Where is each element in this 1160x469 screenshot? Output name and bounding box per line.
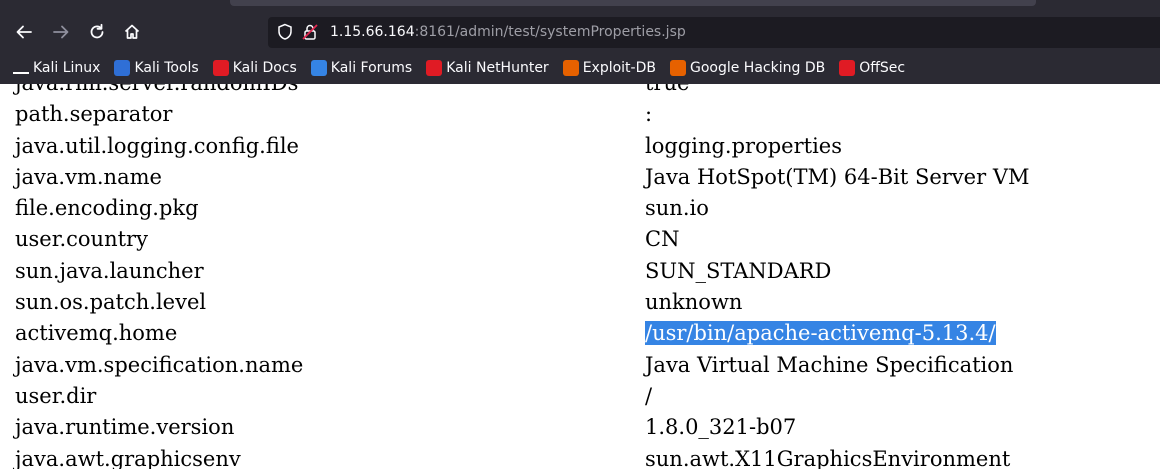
property-key: path.separator (15, 102, 173, 127)
property-value-text: logging.properties (645, 133, 842, 158)
table-row: java.util.logging.config.file logging.pro… (0, 131, 1160, 162)
property-key: java.vm.name (15, 164, 162, 189)
reload-icon (90, 23, 104, 39)
property-value-text: : (645, 102, 653, 127)
bookmark-kali-forums[interactable]: Kali Forums (310, 57, 413, 79)
property-value: 1.8.0_321-b07 (645, 412, 1160, 443)
property-value-text: Java Virtual Machine Specification (645, 352, 1014, 377)
kali-docs-icon (212, 60, 229, 76)
bookmark-exploit-db[interactable]: Exploit-DB (562, 57, 656, 79)
address-bar[interactable]: 1.15.66.164:8161/admin/test/systemProper… (268, 17, 1160, 48)
table-row: sun.java.launcher SUN_STANDARD (0, 256, 1160, 287)
offsec-icon (839, 60, 856, 76)
property-value-text: true (645, 84, 689, 95)
bookmark-label: Kali Linux (33, 60, 101, 76)
bookmark-label: Kali NetHunter (446, 60, 549, 76)
bookmark-kali-docs[interactable]: Kali Docs (212, 57, 297, 79)
kali-tools-icon (114, 60, 131, 76)
selected-text: /usr/bin/apache-activemq-5.13.4/ (645, 321, 996, 346)
table-row: java.runtime.version 1.8.0_321-b07 (0, 412, 1160, 443)
property-value: / (645, 381, 1160, 412)
arrow-right-icon (53, 25, 69, 39)
table-row: user.country CN (0, 224, 1160, 255)
active-tab[interactable] (230, 0, 1036, 6)
url-path: :8161/admin/test/systemProperties.jsp (414, 24, 686, 40)
property-value-text: SUN_STANDARD (645, 258, 832, 283)
arrow-left-icon (16, 25, 32, 39)
property-value-text: CN (645, 227, 680, 252)
property-value: true (645, 84, 1160, 99)
property-value: unknown (645, 287, 1160, 318)
nethunter-icon (426, 60, 443, 76)
property-key: java.awt.graphicsenv (15, 446, 241, 469)
property-value-text: Java HotSpot(TM) 64-Bit Server VM (645, 164, 1030, 189)
property-value: CN (645, 224, 1160, 255)
property-value: SUN_STANDARD (645, 256, 1160, 287)
insecure-lock-icon[interactable] (301, 23, 319, 41)
shield-icon[interactable] (276, 23, 294, 41)
bookmark-kali-linux[interactable]: Kali Linux (13, 57, 100, 79)
property-value-text: 1.8.0_321-b07 (645, 415, 797, 440)
table-row: java.vm.specification.name Java Virtual M… (0, 350, 1160, 381)
bookmark-kali-nethunter[interactable]: Kali NetHunter (426, 57, 549, 79)
property-value-text: sun.io (645, 196, 709, 221)
property-key: java.vm.specification.name (15, 352, 304, 377)
property-key: java.util.logging.config.file (15, 133, 299, 158)
property-value-text: unknown (645, 290, 743, 315)
property-key: java.runtime.version (15, 415, 235, 440)
browser-chrome: 1.15.66.164:8161/admin/test/systemProper… (0, 0, 1160, 84)
kali-dragon-icon (13, 62, 29, 74)
property-value: sun.awt.X11GraphicsEnvironment (645, 444, 1160, 469)
property-key: user.dir (15, 383, 97, 408)
bookmark-kali-tools[interactable]: Kali Tools (114, 57, 199, 79)
property-key: java.rmi.server.randomIDs (0, 84, 645, 99)
property-value-text: sun.awt.X11GraphicsEnvironment (645, 446, 1011, 469)
table-row: file.encoding.pkg sun.io (0, 193, 1160, 224)
kali-forums-icon (310, 60, 327, 76)
property-value: : (645, 99, 1160, 130)
table-row: java.awt.graphicsenv sun.awt.X11GraphicsE… (0, 444, 1160, 469)
bookmark-offsec[interactable]: OffSec (839, 57, 905, 79)
bookmark-label: Google Hacking DB (689, 60, 826, 76)
property-key: sun.java.launcher (15, 258, 204, 283)
property-key: user.country (15, 227, 148, 252)
property-key: sun.os.patch.level (15, 290, 207, 315)
table-row: user.dir / (0, 381, 1160, 412)
property-value: Java HotSpot(TM) 64-Bit Server VM (645, 162, 1160, 193)
back-button[interactable] (10, 18, 38, 46)
property-value: /usr/bin/apache-activemq-5.13.4/ (645, 318, 1160, 349)
bookmark-label: OffSec (859, 60, 906, 76)
bookmarks-toolbar: Kali Linux Kali Tools Kali Docs Kali Forums… (0, 56, 1160, 80)
property-key: activemq.home (15, 321, 178, 346)
home-icon (124, 24, 140, 39)
table-row: activemq.home/usr/bin/apache-activemq-5.… (0, 318, 1160, 349)
url-text[interactable]: 1.15.66.164:8161/admin/test/systemProper… (330, 24, 686, 40)
property-value: sun.io (645, 193, 1160, 224)
exploit-db-icon (562, 60, 579, 76)
bookmark-label: Kali Forums (330, 60, 413, 76)
navigation-toolbar: 1.15.66.164:8161/admin/test/systemProper… (0, 10, 1160, 54)
property-value-text: / (645, 383, 653, 408)
bookmark-label: Kali Tools (134, 60, 199, 76)
bookmark-label: Exploit-DB (582, 60, 656, 76)
table-row: path.separator: (0, 99, 1160, 130)
bookmark-google-hacking-db[interactable]: Google Hacking DB (669, 57, 826, 79)
url-host: 1.15.66.164 (330, 24, 415, 40)
reload-button[interactable] (83, 18, 111, 46)
forward-button[interactable] (47, 18, 75, 46)
home-button[interactable] (118, 18, 146, 46)
page-content: java.rmi.server.randomIDstruepath.separa… (0, 84, 1160, 469)
property-key: file.encoding.pkg (15, 196, 199, 221)
system-properties-table: java.rmi.server.randomIDstruepath.separa… (0, 84, 1160, 469)
property-value: Java Virtual Machine Specification (645, 350, 1160, 381)
table-row: java.rmi.server.randomIDstrue (0, 84, 1160, 99)
table-row: java.vm.name Java HotSpot(TM) 64-Bit Serv… (0, 162, 1160, 193)
table-row: sun.os.patch.level unknown (0, 287, 1160, 318)
ghdb-icon (669, 60, 686, 76)
property-value: logging.properties (645, 131, 1160, 162)
bookmark-label: Kali Docs (232, 60, 297, 76)
